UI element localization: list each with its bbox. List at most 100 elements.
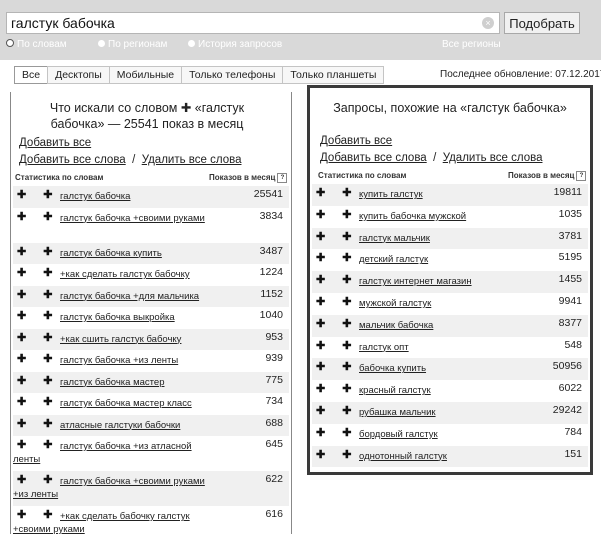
panel-title: Что искали со словом ✚ «галстук бабочка»… bbox=[27, 100, 267, 132]
add-all-words-link[interactable]: Добавить все слова bbox=[320, 152, 427, 164]
add-phrase-icon[interactable]: ✚ ✚ bbox=[17, 245, 60, 258]
add-phrase-icon[interactable]: ✚ ✚ bbox=[316, 186, 359, 199]
search-bar: × Подобрать По словам По регионам Истори… bbox=[0, 0, 601, 60]
add-phrase-icon[interactable]: ✚ ✚ bbox=[316, 251, 359, 264]
phrase-link[interactable]: галстук мальчик bbox=[359, 232, 512, 245]
phrase-link[interactable]: +как сделать галстук бабочку bbox=[60, 268, 213, 281]
impressions-count: 5195 bbox=[558, 251, 582, 264]
column-header-count-label: Показов в месяц bbox=[508, 171, 575, 181]
add-phrase-icon[interactable]: ✚ ✚ bbox=[17, 331, 60, 344]
add-phrase-icon[interactable]: ✚ ✚ bbox=[316, 404, 359, 417]
phrase-link[interactable]: +как сделать бабочку галстук +своими рук… bbox=[13, 510, 213, 536]
impressions-count: 1152 bbox=[260, 287, 283, 300]
add-phrase-icon[interactable]: ✚ ✚ bbox=[17, 395, 60, 408]
add-phrase-icon[interactable]: ✚ ✚ bbox=[316, 317, 359, 330]
add-phrase-icon[interactable]: ✚ ✚ bbox=[17, 352, 60, 365]
add-all-words-link[interactable]: Добавить все слова bbox=[19, 154, 126, 166]
impressions-count: 775 bbox=[265, 373, 283, 386]
table-row: ✚ ✚ галстук бабочка +своими руками 3834 bbox=[13, 208, 289, 243]
table-row: ✚ ✚ галстук бабочка мастер класс 734 bbox=[13, 393, 289, 415]
phrase-link[interactable]: бордовый галстук bbox=[359, 428, 512, 441]
add-phrase-icon[interactable]: ✚ ✚ bbox=[316, 426, 359, 439]
tab-phones-only[interactable]: Только телефоны bbox=[181, 66, 284, 84]
phrase-link[interactable]: детский галстук bbox=[359, 253, 512, 266]
add-phrase-icon[interactable]: ✚ ✚ bbox=[316, 273, 359, 286]
phrase-link[interactable]: галстук бабочка +для мальчика bbox=[60, 290, 213, 303]
submit-button[interactable]: Подобрать bbox=[504, 12, 580, 34]
add-phrase-icon[interactable]: ✚ ✚ bbox=[17, 188, 60, 201]
radio-unchecked-icon bbox=[188, 39, 195, 47]
table-row: ✚ ✚ купить галстук 19811 bbox=[312, 184, 588, 206]
delete-all-words-link[interactable]: Удалить все слова bbox=[142, 154, 242, 166]
panel-title: Запросы, похожие на «галстук бабочка» bbox=[333, 101, 567, 115]
table-row: ✚ ✚ +как сделать галстук бабочку 1224 bbox=[13, 264, 289, 286]
add-phrase-icon[interactable]: ✚ ✚ bbox=[316, 448, 359, 461]
add-phrase-icon[interactable]: ✚ ✚ bbox=[17, 309, 60, 322]
phrase-link[interactable]: галстук бабочка +своими руками +из ленты bbox=[13, 475, 213, 501]
search-field[interactable]: × bbox=[6, 12, 500, 34]
add-phrase-icon[interactable]: ✚ ✚ bbox=[316, 382, 359, 395]
add-phrase-icon[interactable]: ✚ ✚ bbox=[17, 266, 60, 279]
title-line: бабочка» — 25541 показ в месяц bbox=[50, 117, 244, 131]
impressions-count: 29242 bbox=[552, 404, 582, 416]
add-all-link[interactable]: Добавить все bbox=[320, 135, 392, 147]
phrase-link[interactable]: атласные галстуки бабочки bbox=[60, 419, 213, 432]
phrase-link[interactable]: галстук опт bbox=[359, 341, 512, 354]
phrase-link[interactable]: галстук интернет магазин bbox=[359, 275, 512, 288]
tab-mobile[interactable]: Мобильные bbox=[108, 66, 183, 84]
phrase-link[interactable]: однотонный галстук bbox=[359, 450, 512, 463]
table-row: ✚ ✚ галстук мальчик 3781 bbox=[312, 227, 588, 250]
clear-icon[interactable]: × bbox=[482, 17, 494, 29]
phrase-link[interactable]: галстук бабочка +из атласной ленты bbox=[13, 440, 213, 466]
search-input[interactable] bbox=[11, 14, 471, 32]
mode-history[interactable]: История запросов bbox=[188, 39, 282, 50]
phrase-link[interactable]: галстук бабочка +своими руками bbox=[13, 212, 213, 225]
phrase-link[interactable]: галстук бабочка bbox=[60, 190, 213, 203]
add-phrase-icon[interactable]: ✚ ✚ bbox=[17, 374, 60, 387]
mode-by-words[interactable]: По словам bbox=[6, 39, 67, 50]
phrase-link[interactable]: галстук бабочка купить bbox=[60, 247, 213, 260]
table-row: ✚ ✚ детский галстук 5195 bbox=[312, 249, 588, 271]
tab-all[interactable]: Все bbox=[14, 66, 49, 84]
add-phrase-icon[interactable]: ✚ ✚ bbox=[316, 339, 359, 352]
delete-all-words-link[interactable]: Удалить все слова bbox=[443, 152, 543, 164]
add-phrase-icon[interactable]: ✚ ✚ bbox=[316, 230, 359, 243]
add-phrase-icon[interactable]: ✚ ✚ bbox=[316, 295, 359, 308]
table-row: ✚ ✚ галстук бабочка +для мальчика 1152 bbox=[13, 285, 289, 307]
phrase-link[interactable]: галстук бабочка мастер класс bbox=[60, 397, 213, 410]
impressions-count: 25541 bbox=[253, 188, 283, 200]
tab-desktops[interactable]: Десктопы bbox=[47, 66, 110, 84]
left-results-panel: Что искали со словом ✚ «галстук бабочка»… bbox=[10, 92, 292, 536]
phrase-link[interactable]: мужской галстук bbox=[359, 297, 512, 310]
regions-link[interactable]: Все регионы bbox=[442, 39, 501, 50]
phrase-link[interactable]: галстук бабочка мастер bbox=[60, 376, 213, 389]
add-phrase-icon[interactable]: ✚ ✚ bbox=[316, 360, 359, 373]
separator: / bbox=[433, 152, 437, 164]
mode-by-regions[interactable]: По регионам bbox=[98, 39, 167, 50]
phrase-link[interactable]: купить бабочка мужской bbox=[359, 210, 512, 223]
table-row: ✚ ✚ красный галстук 6022 bbox=[312, 380, 588, 402]
phrase-link[interactable]: +как сшить галстук бабочку bbox=[60, 333, 213, 346]
phrase-link[interactable]: галстук бабочка +из ленты bbox=[60, 354, 213, 367]
table-row: ✚ ✚ атласные галстуки бабочки 688 bbox=[13, 414, 289, 436]
help-icon[interactable]: ? bbox=[576, 171, 587, 181]
add-all-link[interactable]: Добавить все bbox=[19, 137, 91, 149]
phrase-link[interactable]: рубашка мальчик bbox=[359, 406, 512, 419]
tab-tablets-only[interactable]: Только планшеты bbox=[282, 66, 385, 84]
impressions-count: 3834 bbox=[259, 209, 283, 222]
phrase-link[interactable]: бабочка купить bbox=[359, 362, 512, 375]
column-header-count-label: Показов в месяц bbox=[209, 173, 276, 183]
phrase-link[interactable]: красный галстук bbox=[359, 384, 512, 397]
table-row: ✚ ✚ галстук бабочка выкройка 1040 bbox=[13, 307, 289, 329]
impressions-count: 50956 bbox=[552, 360, 582, 373]
radio-checked-icon bbox=[6, 39, 14, 48]
phrase-link[interactable]: галстук бабочка выкройка bbox=[60, 311, 213, 324]
add-phrase-icon[interactable]: ✚ ✚ bbox=[17, 417, 60, 430]
add-phrase-icon[interactable]: ✚ ✚ bbox=[17, 288, 60, 301]
impressions-count: 1035 bbox=[558, 207, 582, 220]
help-icon[interactable]: ? bbox=[277, 173, 288, 183]
phrase-link[interactable]: мальчик бабочка bbox=[359, 319, 512, 332]
add-phrase-icon[interactable]: ✚ ✚ bbox=[316, 208, 359, 221]
phrase-link[interactable]: купить галстук bbox=[359, 188, 512, 201]
impressions-count: 151 bbox=[564, 447, 582, 460]
